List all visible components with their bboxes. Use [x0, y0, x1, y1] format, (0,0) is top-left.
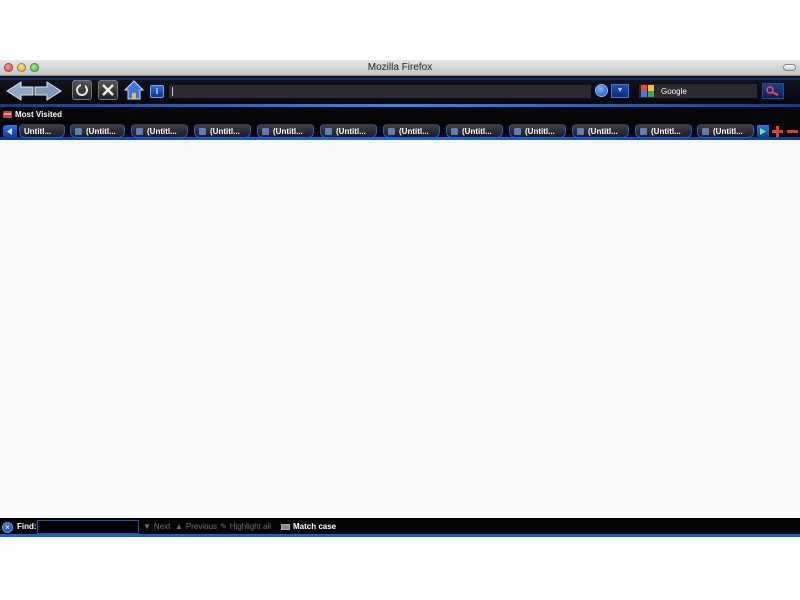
chevron-right-icon: [760, 128, 766, 135]
match-case-label: Match case: [293, 522, 337, 531]
page-favicon-icon: [577, 127, 584, 135]
tab-title: Untitl...: [24, 126, 52, 136]
tab-strip: Untitl... (Untitl... (Untitl... (Untitl.…: [0, 122, 800, 140]
site-identity-button[interactable]: i: [150, 85, 164, 98]
search-go-button[interactable]: [762, 83, 784, 99]
tab[interactable]: (Untitl...: [697, 124, 754, 138]
tab-title: (Untitl...: [462, 126, 492, 136]
google-engine-icon[interactable]: [641, 85, 655, 97]
page-favicon-icon: [451, 127, 458, 135]
find-next-label: Next: [153, 522, 171, 531]
text-caret: [172, 87, 173, 96]
engine-icon-blue: [641, 91, 647, 97]
highlight-all-button[interactable]: ✎ Highlight all: [220, 522, 271, 531]
tab-title: (Untitl...: [525, 126, 555, 136]
tab[interactable]: (Untitl...: [131, 124, 188, 138]
tab[interactable]: (Untitl...: [320, 124, 377, 138]
home-icon: [124, 80, 144, 100]
page-favicon-icon: [514, 127, 521, 135]
tab-title: (Untitl...: [273, 126, 303, 136]
tab[interactable]: (Untitl...: [572, 124, 629, 138]
chevron-down-icon: ▼: [616, 87, 624, 94]
tab-title: (Untitl...: [210, 126, 240, 136]
search-engine-label: Google: [661, 86, 687, 96]
find-previous-label: Previous: [185, 522, 218, 531]
url-bar[interactable]: [168, 84, 592, 99]
tab-title: (Untitl...: [147, 126, 177, 136]
plus-icon: [771, 126, 783, 137]
tab-scroll-left-button[interactable]: [3, 125, 17, 138]
find-label: Find:: [17, 522, 37, 531]
tab-title: (Untitl...: [651, 126, 681, 136]
reload-button[interactable]: [72, 80, 92, 100]
find-next-button[interactable]: ▼ Next: [143, 522, 170, 531]
highlighter-icon: ✎: [220, 522, 227, 531]
toolbar-toggle-button[interactable]: [783, 64, 796, 71]
url-history-dropdown[interactable]: ▼: [611, 84, 629, 98]
tab[interactable]: (Untitl...: [509, 124, 566, 138]
bookmark-most-visited[interactable]: Most Visited: [3, 108, 62, 121]
highlight-all-label: Highlight all: [229, 522, 272, 531]
reload-icon: [76, 83, 88, 96]
minus-icon: [786, 130, 798, 133]
page-favicon-icon: [640, 127, 647, 135]
close-icon: ×: [5, 523, 10, 532]
tab-title: (Untitl...: [399, 126, 429, 136]
forward-button[interactable]: [34, 81, 62, 101]
browser-window: Mozilla Firefox i ▼ Google Most Visited …: [0, 60, 800, 537]
tab-title: (Untitl...: [336, 126, 366, 136]
back-button[interactable]: [6, 81, 34, 101]
chevron-left-icon: [7, 128, 12, 135]
page-favicon-icon: [702, 127, 709, 135]
all-tabs-button[interactable]: [786, 125, 798, 138]
page-favicon-icon: [75, 127, 82, 135]
tab-title: (Untitl...: [713, 126, 743, 136]
page-content[interactable]: [0, 140, 800, 518]
window-title: Mozilla Firefox: [367, 62, 433, 73]
page-favicon-icon: [199, 127, 206, 135]
page-favicon-icon: [136, 127, 143, 135]
tab[interactable]: (Untitl...: [70, 124, 125, 138]
tab[interactable]: Untitl...: [19, 124, 65, 138]
up-arrow-icon: ▲: [175, 522, 183, 531]
engine-icon-green: [648, 91, 654, 97]
find-close-button[interactable]: ×: [2, 522, 13, 533]
toolbar-top-glow: [0, 78, 800, 80]
home-button[interactable]: [124, 79, 144, 101]
find-previous-button[interactable]: ▲ Previous: [175, 522, 217, 531]
bookmark-label: Most Visited: [15, 110, 62, 119]
stop-x-icon: [102, 84, 114, 96]
tab-title: (Untitl...: [86, 126, 116, 136]
bookmark-star-icon[interactable]: [595, 84, 608, 97]
tab-scroll-right-button[interactable]: [757, 125, 769, 138]
tab[interactable]: (Untitl...: [635, 124, 692, 138]
page-favicon-icon: [262, 127, 269, 135]
find-bar: × Find: ▼ Next ▲ Previous ✎ Highlight al…: [0, 518, 800, 537]
tab[interactable]: (Untitl...: [383, 124, 440, 138]
navigation-toolbar: i ▼ Google: [0, 76, 800, 107]
tab[interactable]: (Untitl...: [446, 124, 503, 138]
find-input[interactable]: [37, 520, 139, 534]
page-favicon-icon: [388, 127, 395, 135]
title-bar[interactable]: Mozilla Firefox: [0, 60, 800, 76]
tab[interactable]: (Untitl...: [194, 124, 251, 138]
forward-arrow-icon: [34, 81, 62, 101]
tab[interactable]: (Untitl...: [257, 124, 314, 138]
checkbox-icon: [281, 523, 290, 530]
match-case-checkbox[interactable]: Match case: [281, 522, 336, 531]
bookmarks-toolbar: Most Visited: [0, 107, 800, 122]
stop-button[interactable]: [98, 80, 118, 100]
down-arrow-icon: ▼: [143, 522, 151, 531]
page-favicon-icon: [325, 127, 332, 135]
most-visited-icon: [3, 111, 12, 118]
tab-title: (Untitl...: [588, 126, 618, 136]
new-tab-button[interactable]: [771, 125, 783, 138]
magnifier-icon: [766, 86, 779, 96]
search-bar[interactable]: Google: [638, 83, 758, 99]
back-arrow-icon: [6, 81, 34, 101]
